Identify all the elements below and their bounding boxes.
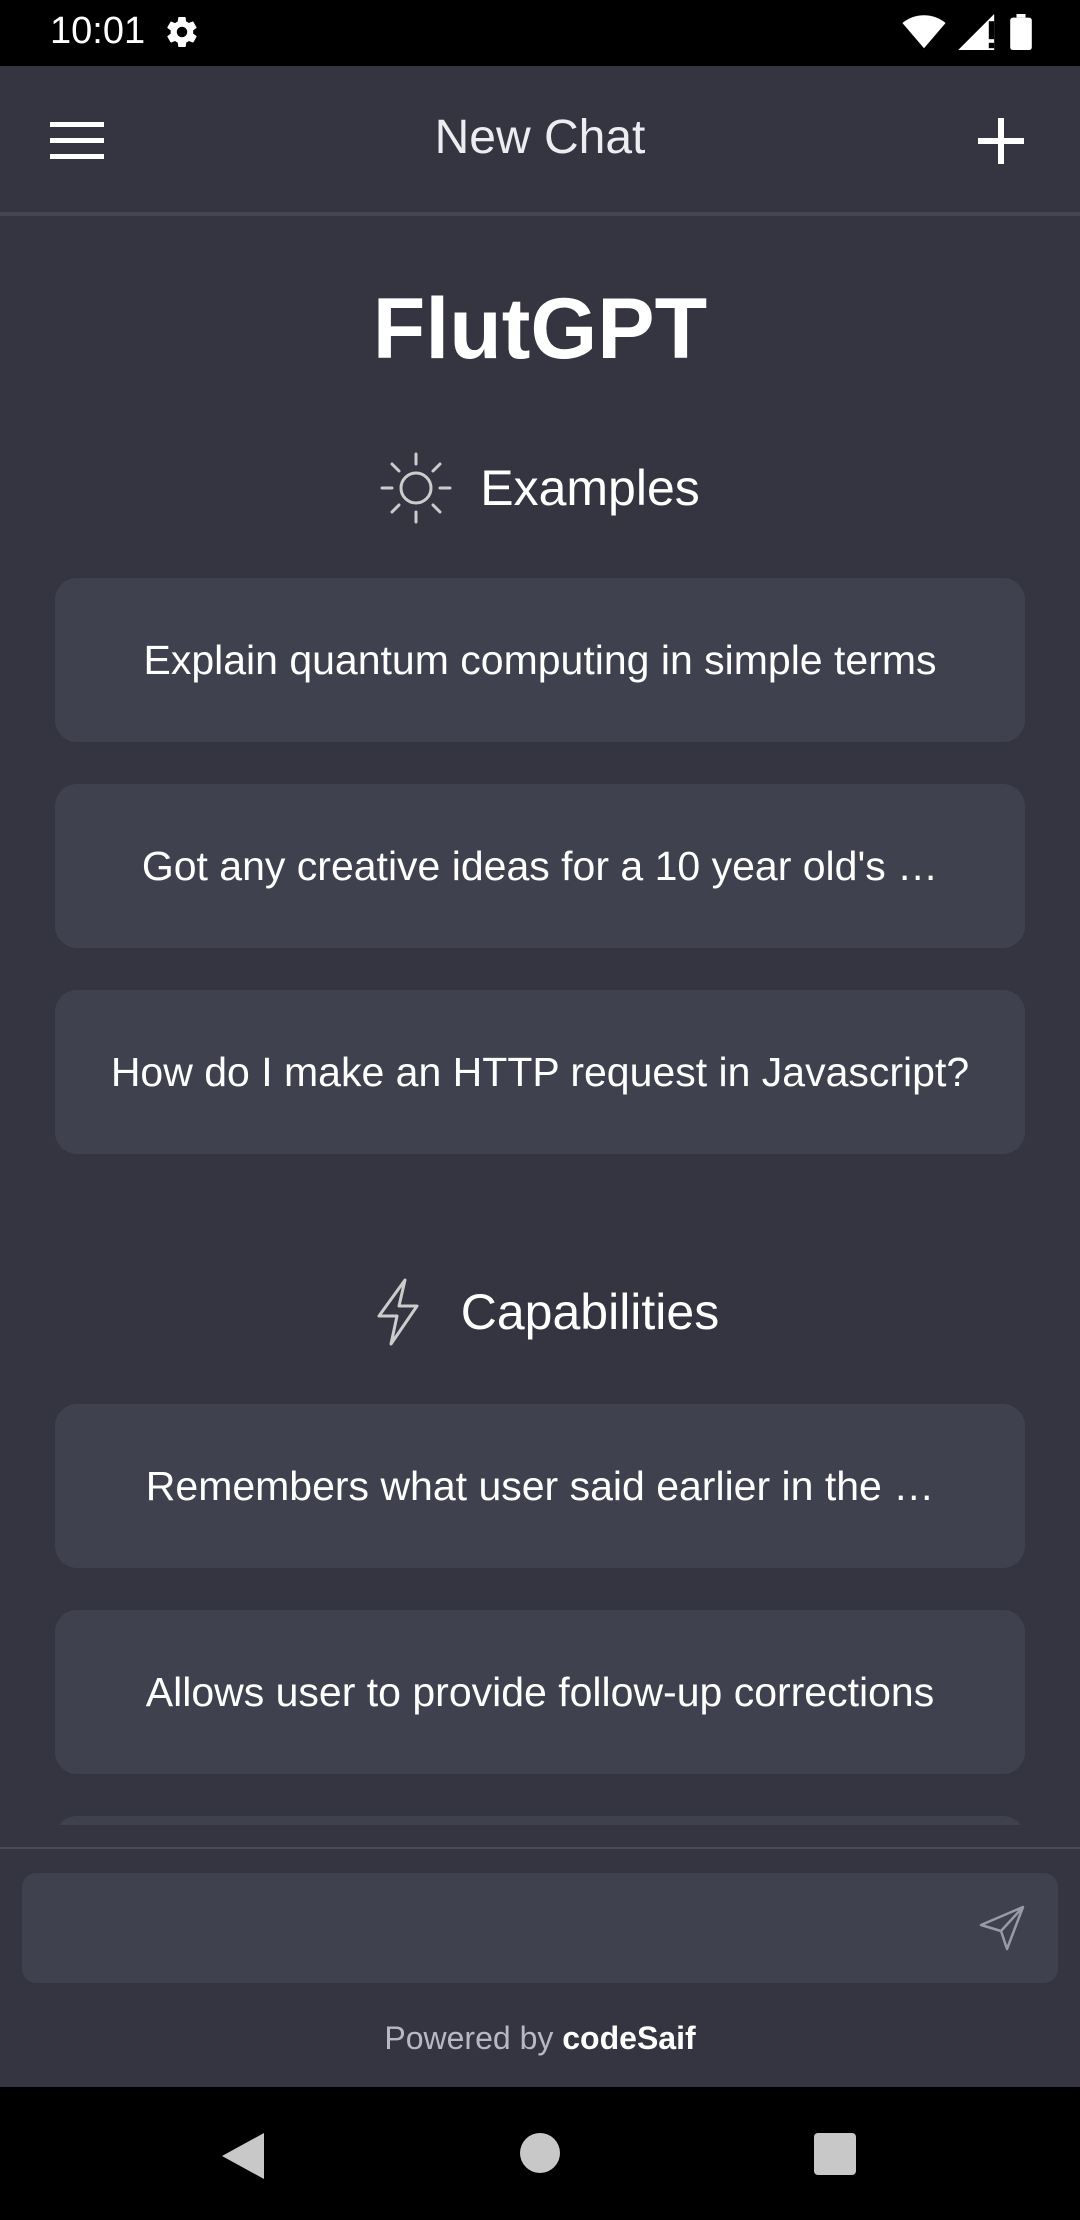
example-card-text: How do I make an HTTP request in Javascr… (110, 1048, 970, 1095)
capability-card-text: Remembers what user said earlier in the … (145, 1462, 935, 1509)
status-icons (902, 14, 1032, 50)
message-input[interactable] (50, 1873, 950, 1983)
examples-title: Examples (480, 460, 700, 516)
recents-icon[interactable] (814, 2133, 856, 2175)
powered-by-brand: codeSaif (562, 2020, 696, 2056)
capability-card[interactable]: Allows user to provide follow-up correct… (55, 1610, 1025, 1774)
page-title: New Chat (434, 111, 646, 164)
examples-header: Examples (0, 448, 1080, 528)
capabilities-header: Capabilities (0, 1272, 1080, 1352)
powered-by: Powered by codeSaif (0, 2020, 1080, 2057)
lightning-icon (377, 1278, 419, 1346)
content-scroll-area[interactable]: FlutGPT Examples Explain quantum computi… (0, 220, 1080, 1825)
example-card-text: Explain quantum computing in simple term… (143, 636, 937, 683)
signal-icon (958, 14, 995, 50)
battery-icon (1010, 14, 1032, 50)
wifi-icon (902, 15, 946, 49)
powered-by-prefix: Powered by (384, 2020, 554, 2056)
capability-card-text: Allows user to provide follow-up correct… (145, 1668, 935, 1715)
settings-icon (167, 17, 197, 48)
example-card[interactable]: Explain quantum computing in simple term… (55, 578, 1025, 742)
example-card-text: Got any creative ideas for a 10 year old… (141, 842, 939, 889)
example-card[interactable]: Got any creative ideas for a 10 year old… (55, 784, 1025, 948)
back-icon[interactable] (220, 2131, 266, 2181)
add-icon[interactable] (974, 114, 1028, 168)
sun-icon (380, 452, 452, 524)
message-input-container (22, 1873, 1058, 1983)
system-nav-bar (0, 2087, 1080, 2220)
bottom-divider (0, 1847, 1080, 1849)
home-icon[interactable] (520, 2133, 560, 2173)
brand-title: FlutGPT (372, 281, 708, 377)
capability-card[interactable]: Remembers what user said earlier in the … (55, 1404, 1025, 1568)
example-card[interactable]: How do I make an HTTP request in Javascr… (55, 990, 1025, 1154)
app-bar: New Chat (0, 66, 1080, 216)
capabilities-title: Capabilities (460, 1284, 720, 1340)
status-bar: 10:01 (0, 0, 1080, 66)
capability-card-partial[interactable] (55, 1816, 1025, 1825)
send-icon[interactable] (977, 1903, 1027, 1953)
status-time: 10:01 (50, 10, 146, 52)
